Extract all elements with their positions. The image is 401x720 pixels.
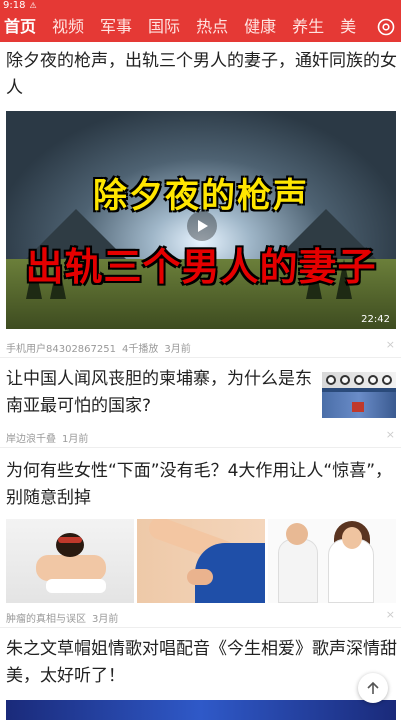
channel-tabs: 首页 视频 军事 国际 热点 健康 养生 美 (0, 12, 401, 42)
image-figure (187, 569, 213, 585)
article-time: 1月前 (62, 434, 89, 445)
tab-video[interactable]: 视频 (44, 12, 92, 42)
channel-settings-icon (377, 18, 395, 36)
video-thumbnail[interactable]: 除夕夜的枪声 出轨三个男人的妻子 22:42 (6, 111, 396, 329)
tab-health[interactable]: 健康 (236, 12, 284, 42)
thumbnail-shape (382, 375, 392, 385)
article-image[interactable] (268, 519, 396, 603)
thumbnail-shape (326, 375, 336, 385)
play-icon (198, 220, 208, 232)
video-duration: 22:42 (361, 314, 390, 325)
article-source: 岸边浪千叠 (6, 434, 56, 445)
image-figure (36, 555, 106, 581)
divider (0, 627, 401, 628)
article-plays: 4千播放 (122, 344, 159, 355)
image-figure (286, 523, 308, 545)
article-time: 3月前 (92, 614, 119, 625)
arrow-up-icon (367, 681, 379, 694)
article-image[interactable] (137, 519, 265, 603)
channel-settings-button[interactable] (371, 12, 401, 42)
tab-wellness[interactable]: 养生 (284, 12, 332, 42)
status-time: 9:18 (3, 0, 26, 11)
status-bar: 9:18 ⚠ (0, 0, 401, 12)
tab-hot[interactable]: 热点 (188, 12, 236, 42)
video-overlay-text-2: 出轨三个男人的妻子 (25, 245, 377, 289)
article-image-row[interactable] (6, 519, 396, 603)
article-source: 肿瘤的真相与误区 (6, 614, 86, 625)
video-overlay-text-1: 除夕夜的枪声 (93, 176, 309, 216)
warning-icon: ⚠ (29, 1, 37, 10)
image-figure (342, 527, 362, 549)
image-figure (278, 539, 318, 603)
tab-military[interactable]: 军事 (92, 12, 140, 42)
thumbnail-shape (352, 402, 364, 412)
article-meta: 肿瘤的真相与误区 3月前 (6, 610, 118, 625)
article-title[interactable]: 朱之文草帽姐情歌对唱配音《今生相爱》歌声深情甜美，太好听了！ (6, 636, 398, 690)
play-button[interactable] (187, 211, 217, 241)
tabs-fade (357, 12, 371, 42)
tab-international[interactable]: 国际 (140, 12, 188, 42)
divider (0, 447, 401, 448)
article-title[interactable]: 让中国人闻风丧胆的柬埔寨，为什么是东南亚最可怕的国家? (6, 366, 316, 420)
dismiss-button[interactable]: × (386, 428, 395, 441)
thumbnail-shape (368, 375, 378, 385)
article-meta: 岸边浪千叠 1月前 (6, 430, 88, 445)
article-thumbnail[interactable] (322, 372, 396, 418)
dismiss-button[interactable]: × (386, 608, 395, 621)
back-to-top-button[interactable] (358, 673, 388, 703)
article-image[interactable] (6, 519, 134, 603)
article-time: 3月前 (164, 344, 191, 355)
divider (0, 357, 401, 358)
thumbnail-shape (354, 375, 364, 385)
article-meta: 手机用户84302867251 4千播放 3月前 (6, 340, 191, 355)
article-source: 手机用户84302867251 (6, 344, 116, 355)
image-figure (46, 579, 106, 593)
article-image[interactable] (6, 700, 396, 720)
image-figure (58, 537, 82, 543)
thumbnail-shape (340, 375, 350, 385)
tab-home[interactable]: 首页 (0, 12, 44, 42)
dismiss-button[interactable]: × (386, 338, 395, 351)
article-title[interactable]: 为何有些女性“下面”没有毛？4大作用让人“惊喜”，别随意刮掉 (6, 458, 398, 512)
article-title[interactable]: 除夕夜的枪声，出轨三个男人的妻子，通奸同族的女人 (6, 48, 398, 102)
